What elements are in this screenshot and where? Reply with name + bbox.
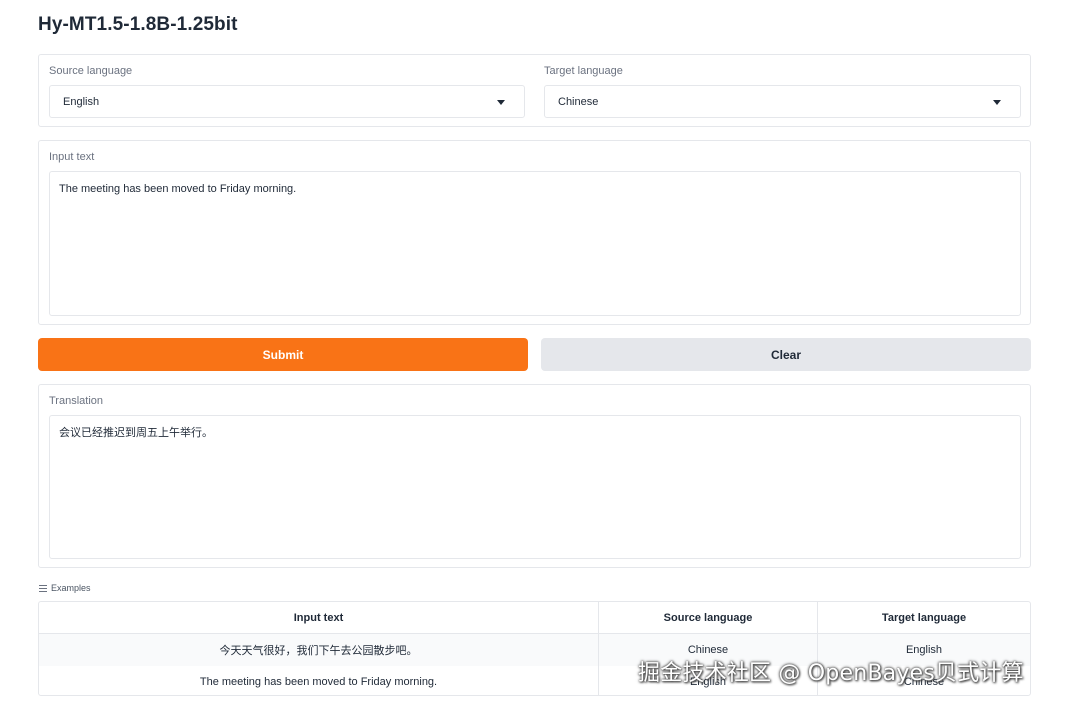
target-language-dropdown[interactable]: Chinese xyxy=(544,85,1021,118)
examples-header: Examples xyxy=(39,583,91,593)
submit-button[interactable]: Submit xyxy=(38,338,528,371)
caret-down-icon xyxy=(993,100,1001,105)
page-title: Hy-MT1.5-1.8B-1.25bit xyxy=(38,14,238,35)
translation-output[interactable]: 会议已经推迟到周五上午举行。 xyxy=(49,415,1021,559)
caret-down-icon xyxy=(497,100,505,105)
language-panel: Source language English Target language … xyxy=(38,54,1031,127)
target-language-value: Chinese xyxy=(558,95,599,108)
list-icon xyxy=(39,584,47,592)
column-header-target-language: Target language xyxy=(881,611,967,624)
example-input-text[interactable]: 今天天气很好，我们下午去公园散步吧。 xyxy=(39,634,599,666)
example-input-text[interactable]: The meeting has been moved to Friday mor… xyxy=(39,666,599,695)
column-header-input-text: Input text xyxy=(39,602,599,633)
source-language-label: Source language xyxy=(49,65,133,77)
column-header-source-language: Source language xyxy=(599,602,818,633)
examples-label: Examples xyxy=(51,583,91,593)
input-text-panel: Input text The meeting has been moved to… xyxy=(38,140,1031,325)
table-header-row: Input text Source language Target langua… xyxy=(39,602,1030,634)
app-page: Hy-MT1.5-1.8B-1.25bit Source language En… xyxy=(0,0,1080,706)
source-language-value: English xyxy=(63,95,100,108)
translation-panel: Translation 会议已经推迟到周五上午举行。 xyxy=(38,384,1031,568)
input-textarea[interactable]: The meeting has been moved to Friday mor… xyxy=(49,171,1021,316)
input-text-label: Input text xyxy=(49,151,95,163)
translation-label: Translation xyxy=(49,395,104,407)
target-language-label: Target language xyxy=(544,65,623,77)
watermark: 掘金技术社区 @ OpenBayes贝式计算 xyxy=(638,661,1024,686)
source-language-dropdown[interactable]: English xyxy=(49,85,525,118)
clear-button[interactable]: Clear xyxy=(541,338,1031,371)
